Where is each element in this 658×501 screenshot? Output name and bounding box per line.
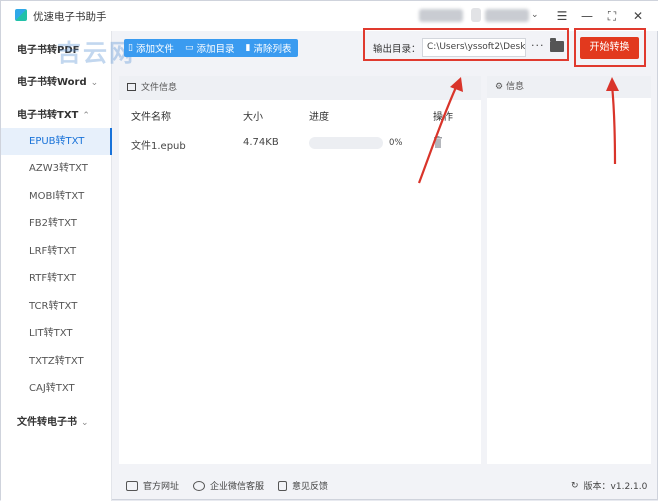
- delete-icon[interactable]: [433, 136, 443, 148]
- output-dir-label: 输出目录：: [373, 44, 421, 55]
- file-size-cell: 4.74KB: [243, 137, 279, 148]
- open-folder-icon[interactable]: [550, 38, 564, 52]
- blurred-user-name: [485, 9, 529, 22]
- file-info-panel: 文件信息: [119, 76, 481, 464]
- start-convert-button[interactable]: 开始转换: [580, 37, 639, 59]
- blurred-account-info: [419, 9, 463, 22]
- col-header-name: 文件名称: [131, 112, 171, 123]
- col-header-size: 大小: [243, 112, 263, 123]
- add-file-button[interactable]: ▯ 添加文件: [124, 39, 181, 57]
- chevron-up-icon: ⌃: [82, 111, 90, 121]
- info-panel: ⚙ 信息: [487, 76, 651, 464]
- wechat-support-link[interactable]: 企业微信客服: [193, 479, 264, 492]
- progress-bar: [309, 137, 383, 149]
- minimize-button[interactable]: —: [578, 7, 596, 25]
- folder-icon: ▭: [184, 43, 194, 53]
- website-link[interactable]: 官方网址: [126, 479, 179, 492]
- title-bar: 优速电子书助手 ⌄ ☰ — ⛶ ✕: [1, 1, 658, 31]
- feedback-link[interactable]: 意见反馈: [278, 479, 328, 492]
- more-options-button[interactable]: ···: [531, 39, 545, 52]
- info-header: ⚙ 信息: [487, 76, 651, 98]
- col-header-progress: 进度: [309, 112, 329, 123]
- toolbar: ▯ 添加文件 ▭ 添加目录 ▮ 清除列表: [124, 39, 299, 57]
- sidebar-item-tcr-txt[interactable]: TCR转TXT: [1, 293, 112, 320]
- sidebar-item-mobi-txt[interactable]: MOBI转TXT: [1, 183, 112, 210]
- sidebar-item-fb2-txt[interactable]: FB2转TXT: [1, 210, 112, 237]
- sidebar-item-rtf-txt[interactable]: RTF转TXT: [1, 265, 112, 292]
- blurred-avatar: [471, 8, 481, 22]
- app-logo-icon: [15, 9, 27, 21]
- close-button[interactable]: ✕: [629, 7, 647, 25]
- sidebar-group-word[interactable]: 电子书转Word ⌄: [17, 73, 98, 88]
- gear-icon: ⚙: [495, 82, 504, 92]
- file-name-cell: 文件1.epub: [131, 141, 186, 152]
- sidebar-group-file-to-ebook[interactable]: 文件转电子书 ⌄: [17, 413, 89, 428]
- sidebar-group-txt[interactable]: 电子书转TXT ⌃: [17, 106, 90, 121]
- file-icon: ▯: [128, 43, 133, 53]
- sidebar-item-azw3-txt[interactable]: AZW3转TXT: [1, 155, 112, 182]
- trash-icon: ▮: [245, 43, 251, 53]
- version-info[interactable]: ↻ 版本：v1.2.1.0: [571, 479, 647, 493]
- progress-percent: 0%: [389, 138, 403, 148]
- monitor-icon: [126, 480, 138, 491]
- sidebar-item-lrf-txt[interactable]: LRF转TXT: [1, 238, 112, 265]
- col-header-action: 操作: [433, 112, 453, 123]
- file-info-header: 文件信息: [119, 76, 481, 100]
- chevron-down-icon: ⌄: [90, 78, 99, 88]
- sidebar-item-epub-txt[interactable]: EPUB转TXT: [1, 128, 112, 155]
- sidebar-item-caj-txt[interactable]: CAJ转TXT: [1, 375, 112, 402]
- sidebar: 电子书转PDF 电子书转Word ⌄ 电子书转TXT ⌃ EPUB转TXT AZW3…: [1, 31, 112, 501]
- add-folder-button[interactable]: ▭ 添加目录: [181, 39, 242, 57]
- feedback-icon: [278, 480, 287, 491]
- app-window: 优速电子书助手 ⌄ ☰ — ⛶ ✕ 电子书转PDF 电子书转Word ⌄ 电子书转…: [0, 0, 658, 501]
- refresh-icon: ↻: [571, 480, 579, 491]
- chevron-down-icon[interactable]: ⌄: [531, 10, 539, 20]
- chevron-down-icon: ⌄: [81, 418, 89, 428]
- menu-icon[interactable]: ☰: [553, 7, 571, 25]
- chat-icon: [193, 480, 205, 491]
- image-icon: [127, 83, 136, 91]
- clear-list-button[interactable]: ▮ 清除列表: [242, 39, 299, 57]
- maximize-button[interactable]: ⛶: [603, 7, 621, 25]
- output-dir-input[interactable]: C:\Users\yssoft2\Deskt: [422, 38, 526, 57]
- sidebar-item-txtz-txt[interactable]: TXTZ转TXT: [1, 348, 112, 375]
- sidebar-item-lit-txt[interactable]: LIT转TXT: [1, 320, 112, 347]
- footer: 官方网址 企业微信客服 意见反馈 ↻ 版本：v1.2.1.0: [119, 475, 649, 495]
- app-title: 优速电子书助手: [33, 11, 107, 23]
